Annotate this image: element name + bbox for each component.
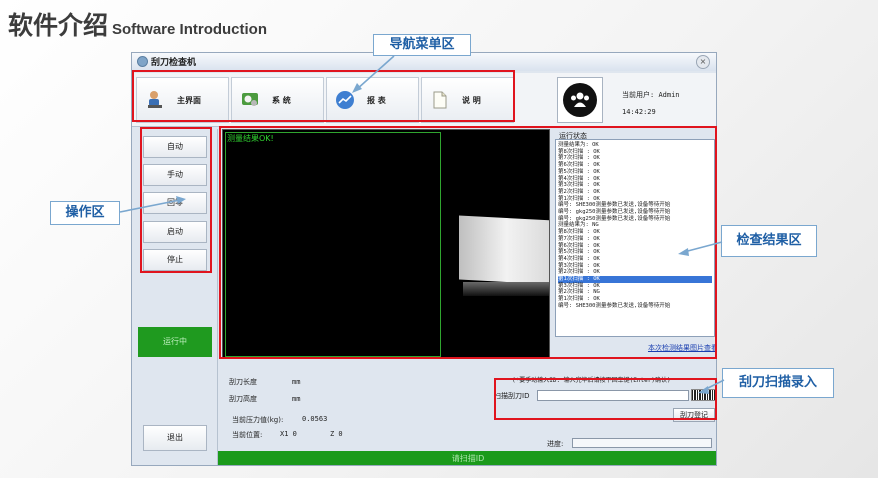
progress-label: 进度: [547, 440, 564, 448]
user-name: Admin [658, 91, 680, 99]
user-info: 当前用户: Admin 14:42:29 [622, 87, 680, 121]
z-position-value: Z 0 [330, 430, 343, 438]
users-icon [563, 83, 597, 117]
run-status-indicator: 运行中 [138, 327, 212, 357]
close-button[interactable]: × [696, 55, 710, 69]
exit-button[interactable]: 退出 [143, 425, 207, 451]
pressure-label: 当前压力值(kg): [232, 416, 284, 424]
slide-title-cn: 软件介绍 [8, 11, 109, 40]
blade-height-label: 刮刀高度 [229, 395, 257, 403]
progress-bar [572, 438, 712, 448]
blade-height-unit: mm [292, 395, 301, 403]
app-icon [137, 56, 148, 67]
scan-arrow-icon [698, 379, 725, 394]
slide-title: 软件介绍 Software Introduction [8, 6, 267, 46]
bottom-status-bar: 请扫描ID [218, 451, 716, 465]
scan-area-callout: 刮刀扫描录入 [722, 368, 834, 398]
operation-arrow-icon [119, 196, 186, 213]
nav-area-callout: 导航菜单区 [373, 34, 471, 56]
user-label: 当前用户: [622, 91, 655, 99]
results-area-callout: 检查结果区 [721, 225, 817, 257]
slide-title-en: Software Introduction [112, 21, 268, 38]
results-area-highlight [219, 126, 717, 359]
nav-area-highlight [132, 70, 515, 122]
window-title: 刮刀检查机 [151, 58, 197, 68]
position-label: 当前位置: [232, 431, 263, 439]
operation-area-callout: 操作区 [50, 201, 120, 225]
x-position-value: X1 0 [280, 430, 297, 438]
results-arrow-icon [678, 241, 723, 256]
nav-arrow-icon [352, 55, 395, 93]
pressure-value: 0.0563 [302, 415, 328, 423]
scan-area-highlight [494, 378, 717, 420]
user-avatar[interactable] [557, 77, 603, 123]
clock-time: 14:42:29 [622, 108, 656, 116]
blade-length-label: 刮刀长度 [229, 378, 257, 386]
blade-length-unit: mm [292, 378, 301, 386]
